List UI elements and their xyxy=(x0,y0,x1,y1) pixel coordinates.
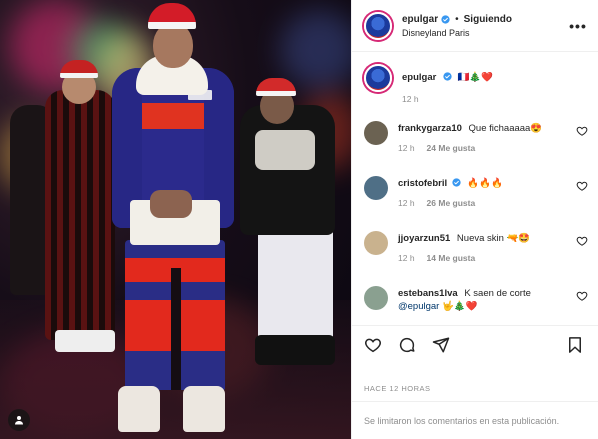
avatar[interactable] xyxy=(364,64,392,92)
comment-username[interactable]: frankygarza10 xyxy=(398,123,462,134)
guy-shoe xyxy=(118,386,160,432)
comment-text: Nueva skin 🔫🤩 xyxy=(456,233,531,244)
caption-username[interactable]: epulgar xyxy=(402,72,436,83)
woman-jacket xyxy=(240,105,335,235)
comment-time: 12 h xyxy=(398,253,415,263)
heart-icon[interactable] xyxy=(576,290,588,302)
comments-list: epulgar 🇫🇷🎄❤️ 12 h frankygarza10 Que fic… xyxy=(352,52,598,325)
background-person-plaid xyxy=(45,90,115,340)
avatar[interactable] xyxy=(364,11,392,40)
bokeh-light xyxy=(280,10,351,90)
comment-suffix: 🤟🎄❤️ xyxy=(441,301,478,312)
guy-hands xyxy=(150,190,192,218)
following-button[interactable]: Siguiendo xyxy=(464,14,512,25)
paper-plane-icon xyxy=(432,337,450,352)
post-photo[interactable] xyxy=(0,0,351,439)
avatar[interactable] xyxy=(364,286,388,310)
heart-icon[interactable] xyxy=(576,180,588,192)
comment-time: 12 h xyxy=(398,143,415,153)
username[interactable]: epulgar xyxy=(402,14,438,25)
comment-likes[interactable]: 24 Me gusta xyxy=(427,143,476,153)
separator-dot: • xyxy=(455,13,459,25)
verified-badge-icon xyxy=(443,72,452,81)
caption-time: 12 h xyxy=(402,94,419,104)
heart-icon[interactable] xyxy=(576,125,588,137)
share-button[interactable] xyxy=(430,334,452,356)
comment-icon xyxy=(399,337,415,352)
woman-legs xyxy=(258,225,333,350)
comment: jjoyarzun51 Nueva skin 🔫🤩 12 h 14 Me gus… xyxy=(352,230,598,285)
heart-icon xyxy=(365,338,381,352)
caption: epulgar 🇫🇷🎄❤️ 12 h xyxy=(352,58,598,104)
verified-badge-icon xyxy=(441,14,450,24)
ellipsis-icon[interactable]: ••• xyxy=(568,18,588,34)
comment-username[interactable]: jjoyarzun51 xyxy=(398,233,450,244)
post-panel: epulgar • Siguiendo Disneyland Paris •••… xyxy=(351,0,598,439)
comment-likes[interactable]: 14 Me gusta xyxy=(427,253,476,263)
tagged-people-button[interactable] xyxy=(8,409,30,431)
background-person-shoes xyxy=(55,330,115,352)
comment-mention[interactable]: @epulgar xyxy=(398,301,439,312)
comment-text: 🔥🔥🔥 xyxy=(467,178,503,189)
avatar[interactable] xyxy=(364,176,388,200)
avatar[interactable] xyxy=(364,121,388,145)
comment-text: Que fichaaaaa😍 xyxy=(468,123,543,134)
comment-username[interactable]: cristofebril xyxy=(398,178,447,189)
bookmark-icon xyxy=(569,336,581,353)
action-bar xyxy=(352,325,598,363)
woman-boots xyxy=(255,335,335,365)
santa-hat xyxy=(148,3,196,29)
avatar[interactable] xyxy=(364,231,388,255)
comment-text: K saen de corte xyxy=(464,288,531,299)
comment-likes[interactable]: 26 Me gusta xyxy=(427,198,476,208)
woman-sleeve xyxy=(255,130,315,170)
verified-badge-icon xyxy=(452,178,461,187)
comment-button[interactable] xyxy=(396,334,418,356)
guy-shoe xyxy=(183,386,225,432)
person-icon xyxy=(15,416,23,425)
post-header: epulgar • Siguiendo Disneyland Paris ••• xyxy=(352,0,598,52)
comments-limited-notice: Se limitaron los comentarios en esta pub… xyxy=(352,401,598,439)
comment: estebans1lva K saen de corte @epulgar 🤟🎄… xyxy=(352,285,598,325)
post-time: HACE 12 HORAS xyxy=(364,384,431,393)
caption-text: 🇫🇷🎄❤️ xyxy=(457,72,494,83)
comment-time: 12 h xyxy=(398,198,415,208)
comment-username[interactable]: estebans1lva xyxy=(398,288,458,299)
santa-hat xyxy=(256,78,296,96)
guy-pants-gap xyxy=(171,268,181,390)
comment: cristofebril 🔥🔥🔥 12 h 26 Me gusta xyxy=(352,175,598,230)
comment: frankygarza10 Que fichaaaaa😍 12 h 24 Me … xyxy=(352,120,598,175)
save-button[interactable] xyxy=(564,334,586,356)
heart-icon[interactable] xyxy=(576,235,588,247)
location-link[interactable]: Disneyland Paris xyxy=(402,28,568,38)
like-button[interactable] xyxy=(362,334,384,356)
